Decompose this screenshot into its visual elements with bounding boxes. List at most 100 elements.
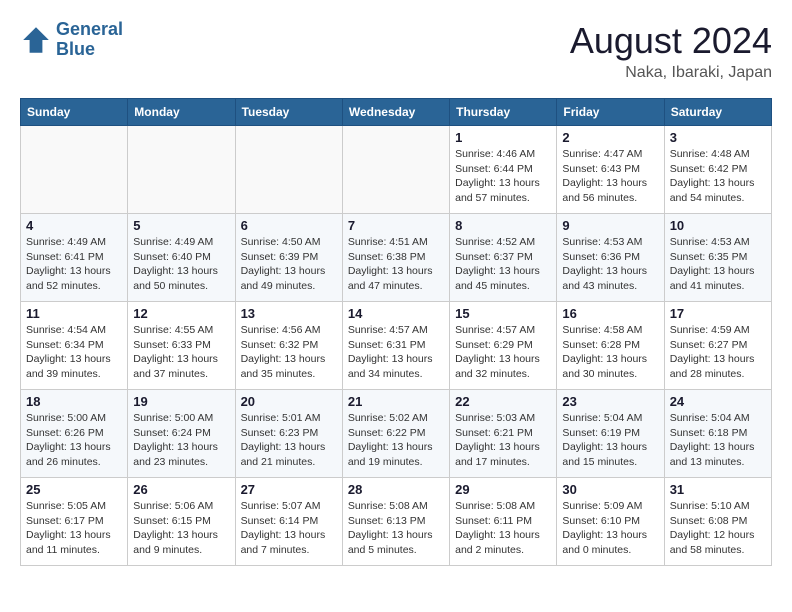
day-info: Sunrise: 5:05 AM Sunset: 6:17 PM Dayligh… [26,499,122,558]
calendar-week-row: 25 Sunrise: 5:05 AM Sunset: 6:17 PM Dayli… [21,478,772,566]
day-number: 10 [670,218,766,233]
calendar-cell: 17Sunrise: 4:59 AM Sunset: 6:27 PM Dayli… [664,302,771,390]
day-number: 23 [562,394,658,409]
day-number: 15 [455,306,551,321]
day-number: 1 [455,130,551,145]
day-info: Sunrise: 5:00 AM Sunset: 6:24 PM Dayligh… [133,411,229,470]
day-info: Sunrise: 4:55 AM Sunset: 6:33 PM Dayligh… [133,323,229,382]
day-info: Sunrise: 5:04 AM Sunset: 6:19 PM Dayligh… [562,411,658,470]
logo-line2: Blue [56,39,95,59]
calendar-cell: 30 Sunrise: 5:09 AM Sunset: 6:10 PM Dayli… [557,478,664,566]
calendar-cell: 15 Sunrise: 4:57 AM Sunset: 6:29 PM Dayli… [450,302,557,390]
day-info: Sunrise: 5:08 AM Sunset: 6:11 PM Dayligh… [455,499,551,558]
day-number: 29 [455,482,551,497]
day-info: Sunrise: 4:48 AM Sunset: 6:42 PM Dayligh… [670,147,766,206]
calendar-cell: 22 Sunrise: 5:03 AM Sunset: 6:21 PM Dayli… [450,390,557,478]
calendar-cell: 5Sunrise: 4:49 AM Sunset: 6:40 PM Daylig… [128,214,235,302]
day-info: Sunrise: 4:50 AM Sunset: 6:39 PM Dayligh… [241,235,337,294]
day-number: 30 [562,482,658,497]
day-info: Sunrise: 4:49 AM Sunset: 6:41 PM Dayligh… [26,235,122,294]
calendar-cell: 25 Sunrise: 5:05 AM Sunset: 6:17 PM Dayli… [21,478,128,566]
calendar-cell: 16 Sunrise: 4:58 AM Sunset: 6:28 PM Dayli… [557,302,664,390]
calendar-cell: 1 Sunrise: 4:46 AM Sunset: 6:44 PM Daylig… [450,126,557,214]
day-info: Sunrise: 5:06 AM Sunset: 6:15 PM Dayligh… [133,499,229,558]
day-info: Sunrise: 4:51 AM Sunset: 6:38 PM Dayligh… [348,235,444,294]
day-number: 22 [455,394,551,409]
day-info: Sunrise: 5:02 AM Sunset: 6:22 PM Dayligh… [348,411,444,470]
calendar-title: August 2024 [570,20,772,62]
day-number: 16 [562,306,658,321]
day-info: Sunrise: 4:58 AM Sunset: 6:28 PM Dayligh… [562,323,658,382]
calendar-cell: 2Sunrise: 4:47 AM Sunset: 6:43 PM Daylig… [557,126,664,214]
day-info: Sunrise: 5:00 AM Sunset: 6:26 PM Dayligh… [26,411,122,470]
day-number: 28 [348,482,444,497]
col-header-saturday: Saturday [664,99,771,126]
calendar-cell: 10 Sunrise: 4:53 AM Sunset: 6:35 PM Dayli… [664,214,771,302]
day-number: 20 [241,394,337,409]
calendar-cell: 31 Sunrise: 5:10 AM Sunset: 6:08 PM Dayli… [664,478,771,566]
calendar-cell: 19 Sunrise: 5:00 AM Sunset: 6:24 PM Dayli… [128,390,235,478]
calendar-week-row: 18 Sunrise: 5:00 AM Sunset: 6:26 PM Dayli… [21,390,772,478]
day-number: 4 [26,218,122,233]
day-number: 25 [26,482,122,497]
day-info: Sunrise: 5:03 AM Sunset: 6:21 PM Dayligh… [455,411,551,470]
day-number: 26 [133,482,229,497]
day-info: Sunrise: 4:53 AM Sunset: 6:36 PM Dayligh… [562,235,658,294]
col-header-friday: Friday [557,99,664,126]
col-header-sunday: Sunday [21,99,128,126]
calendar-cell: 11Sunrise: 4:54 AM Sunset: 6:34 PM Dayli… [21,302,128,390]
day-info: Sunrise: 4:53 AM Sunset: 6:35 PM Dayligh… [670,235,766,294]
calendar-cell: 3 Sunrise: 4:48 AM Sunset: 6:42 PM Daylig… [664,126,771,214]
calendar-cell: 28 Sunrise: 5:08 AM Sunset: 6:13 PM Dayli… [342,478,449,566]
day-info: Sunrise: 5:08 AM Sunset: 6:13 PM Dayligh… [348,499,444,558]
calendar-cell: 7 Sunrise: 4:51 AM Sunset: 6:38 PM Daylig… [342,214,449,302]
day-info: Sunrise: 5:07 AM Sunset: 6:14 PM Dayligh… [241,499,337,558]
calendar-cell: 9Sunrise: 4:53 AM Sunset: 6:36 PM Daylig… [557,214,664,302]
logo-line1: General [56,19,123,39]
day-info: Sunrise: 4:56 AM Sunset: 6:32 PM Dayligh… [241,323,337,382]
day-info: Sunrise: 4:49 AM Sunset: 6:40 PM Dayligh… [133,235,229,294]
day-number: 13 [241,306,337,321]
day-info: Sunrise: 5:10 AM Sunset: 6:08 PM Dayligh… [670,499,766,558]
day-number: 6 [241,218,337,233]
day-info: Sunrise: 4:57 AM Sunset: 6:29 PM Dayligh… [455,323,551,382]
day-info: Sunrise: 4:59 AM Sunset: 6:27 PM Dayligh… [670,323,766,382]
calendar-cell: 4 Sunrise: 4:49 AM Sunset: 6:41 PM Daylig… [21,214,128,302]
day-number: 19 [133,394,229,409]
day-info: Sunrise: 5:04 AM Sunset: 6:18 PM Dayligh… [670,411,766,470]
calendar-cell: 21Sunrise: 5:02 AM Sunset: 6:22 PM Dayli… [342,390,449,478]
day-info: Sunrise: 4:52 AM Sunset: 6:37 PM Dayligh… [455,235,551,294]
calendar-cell: 14Sunrise: 4:57 AM Sunset: 6:31 PM Dayli… [342,302,449,390]
day-number: 14 [348,306,444,321]
day-info: Sunrise: 5:01 AM Sunset: 6:23 PM Dayligh… [241,411,337,470]
calendar-cell: 8Sunrise: 4:52 AM Sunset: 6:37 PM Daylig… [450,214,557,302]
calendar-cell [128,126,235,214]
calendar-cell [342,126,449,214]
calendar-cell: 26 Sunrise: 5:06 AM Sunset: 6:15 PM Dayli… [128,478,235,566]
calendar-cell: 12Sunrise: 4:55 AM Sunset: 6:33 PM Dayli… [128,302,235,390]
calendar-cell [21,126,128,214]
calendar-cell: 20 Sunrise: 5:01 AM Sunset: 6:23 PM Dayli… [235,390,342,478]
day-number: 24 [670,394,766,409]
day-number: 7 [348,218,444,233]
calendar-cell: 23 Sunrise: 5:04 AM Sunset: 6:19 PM Dayli… [557,390,664,478]
calendar-cell: 6 Sunrise: 4:50 AM Sunset: 6:39 PM Daylig… [235,214,342,302]
day-info: Sunrise: 5:09 AM Sunset: 6:10 PM Dayligh… [562,499,658,558]
calendar-table: SundayMondayTuesdayWednesdayThursdayFrid… [20,98,772,566]
logo-icon [20,24,52,56]
col-header-thursday: Thursday [450,99,557,126]
calendar-cell [235,126,342,214]
day-info: Sunrise: 4:46 AM Sunset: 6:44 PM Dayligh… [455,147,551,206]
col-header-wednesday: Wednesday [342,99,449,126]
calendar-cell: 29 Sunrise: 5:08 AM Sunset: 6:11 PM Dayli… [450,478,557,566]
calendar-cell: 18 Sunrise: 5:00 AM Sunset: 6:26 PM Dayli… [21,390,128,478]
day-number: 31 [670,482,766,497]
calendar-header-row: SundayMondayTuesdayWednesdayThursdayFrid… [21,99,772,126]
page-header: General Blue August 2024 Naka, Ibaraki, … [20,20,772,82]
day-number: 18 [26,394,122,409]
calendar-cell: 24 Sunrise: 5:04 AM Sunset: 6:18 PM Dayli… [664,390,771,478]
day-number: 27 [241,482,337,497]
calendar-week-row: 4 Sunrise: 4:49 AM Sunset: 6:41 PM Daylig… [21,214,772,302]
calendar-cell: 27 Sunrise: 5:07 AM Sunset: 6:14 PM Dayli… [235,478,342,566]
day-number: 3 [670,130,766,145]
